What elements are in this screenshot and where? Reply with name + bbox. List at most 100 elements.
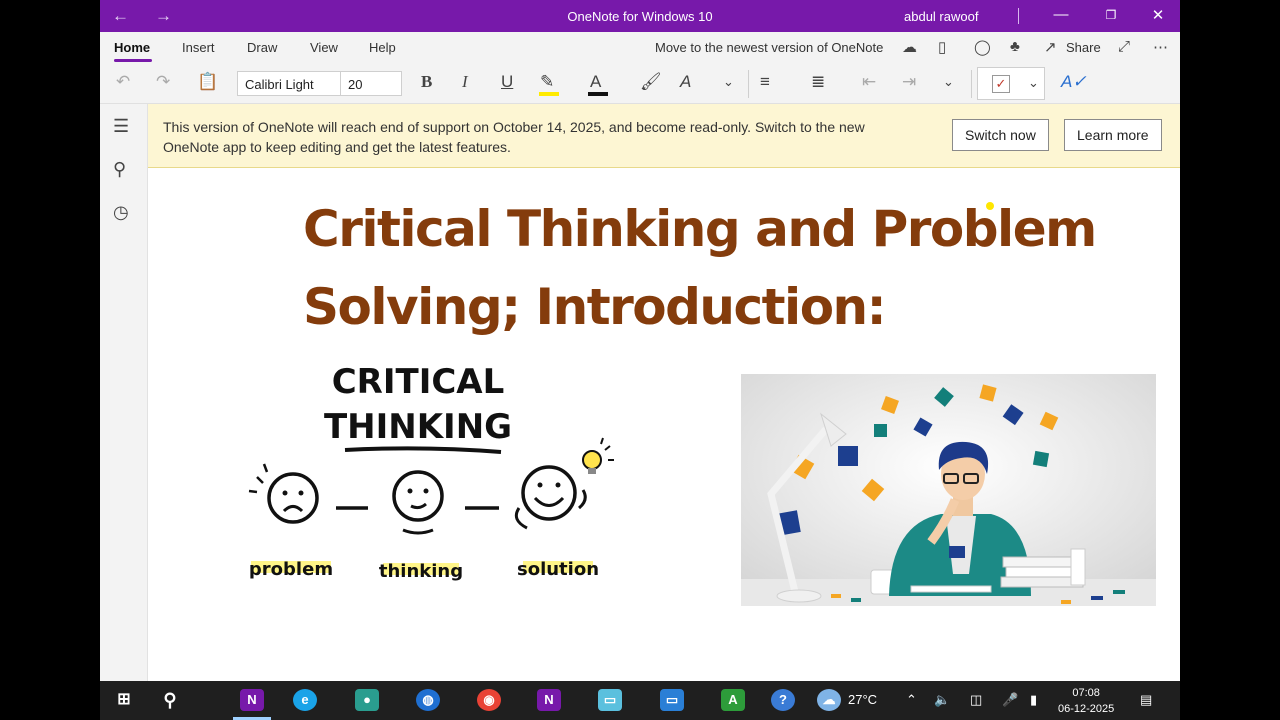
notebooks-icon[interactable]: ☰ [113, 116, 129, 137]
battery-icon[interactable]: ▮ [1030, 692, 1037, 708]
toolbar-separator [748, 70, 749, 98]
pointer-highlight [986, 202, 994, 210]
lightbulb-icon[interactable]: ◯ [974, 38, 991, 56]
onenote-app-icon[interactable]: N [240, 689, 264, 711]
heading-underline [344, 446, 502, 454]
chevron-down-icon[interactable]: ⌄ [943, 74, 954, 90]
weather-cloud-icon[interactable]: ☁ [817, 689, 841, 711]
font-app-icon[interactable]: A [721, 689, 745, 711]
navigation-sidebar: ☰ ⚲ ◷ [100, 104, 148, 681]
tab-view[interactable]: View [310, 40, 338, 55]
bold-button[interactable]: B [421, 72, 432, 92]
bulleted-list-icon[interactable]: ≡ [760, 72, 770, 92]
toolbar-separator [971, 70, 972, 98]
tab-home[interactable]: Home [114, 40, 150, 55]
onenote-desktop-icon[interactable]: N [537, 689, 561, 711]
notes-app-icon[interactable]: ▭ [598, 689, 622, 711]
minimize-icon[interactable]: — [1046, 6, 1076, 23]
tag-dropdown[interactable]: ✓ ⌄ [977, 67, 1045, 100]
tab-help[interactable]: Help [369, 40, 396, 55]
page-title[interactable]: Critical Thinking and Problem Solving; I… [303, 190, 1123, 346]
page-title-line-2: Solving; Introduction: [303, 278, 887, 336]
recent-clock-icon[interactable]: ◷ [113, 202, 129, 223]
font-name-field[interactable]: Calibri Light [237, 71, 341, 96]
screen-border-left [0, 0, 100, 720]
move-to-newest-link[interactable]: Move to the newest version of OneNote [655, 40, 883, 55]
laptop-app-icon[interactable]: ▭ [660, 689, 684, 711]
notification-center-icon[interactable]: ▤ [1140, 692, 1152, 708]
chevron-down-icon: ⌄ [1028, 75, 1039, 90]
loading-app-icon[interactable]: ◍ [416, 689, 440, 711]
tab-draw[interactable]: Draw [247, 40, 277, 55]
increase-indent-icon[interactable]: ⇥ [902, 72, 916, 92]
title-bar: ← → OneNote for Windows 10 abdul rawoof … [100, 0, 1180, 32]
note-page[interactable]: Critical Thinking and Problem Solving; I… [148, 168, 1180, 681]
edge-browser-icon[interactable]: e [293, 689, 317, 711]
search-icon[interactable]: ⚲ [113, 159, 126, 180]
undo-icon[interactable]: ↶ [116, 72, 130, 92]
papers-on-desk [910, 585, 992, 593]
maximize-icon[interactable]: ❐ [1096, 8, 1126, 22]
italic-button[interactable]: I [462, 72, 468, 92]
person-thinking-illustration[interactable] [741, 374, 1156, 606]
font-size-field[interactable]: 20 [340, 71, 402, 96]
home-toolbar: ↶ ↷ 📋 Calibri Light 20 B I U ✎ A 🖌 A ⌄ ≡… [100, 62, 1180, 104]
share-icon[interactable]: ↗ [1044, 38, 1057, 56]
tab-insert[interactable]: Insert [182, 40, 215, 55]
ribbon-tabs: Home Insert Draw View Help Move to the n… [100, 32, 1180, 62]
critical-thinking-sketch[interactable]: CRITICAL THINKING problem thinking solut… [243, 358, 623, 598]
chevron-up-icon[interactable]: ⌃ [906, 692, 917, 708]
page-title-line-1: Critical Thinking and Problem [303, 200, 1097, 258]
font-color-button[interactable]: A [588, 72, 608, 96]
thinking-face-icon [392, 470, 444, 535]
todo-checkbox-icon: ✓ [992, 75, 1010, 93]
speaker-icon[interactable]: 🔈 [934, 692, 950, 708]
clock-time: 07:08 [1072, 687, 1100, 699]
sync-status-icon[interactable]: ☁ [902, 38, 917, 56]
label-solution: solution [517, 559, 599, 580]
windows-taskbar: ⊞ ⚲ N e ● ◍ ◉ N ▭ ▭ A ? ☁ 27°C ⌃ 🔈 ◫ 🎤 ▮… [100, 681, 1180, 720]
switch-now-button[interactable]: Switch now [952, 119, 1049, 151]
help-icon[interactable]: ? [771, 689, 795, 711]
label-thinking: thinking [379, 561, 463, 582]
lightbulb-icon [582, 437, 614, 474]
highlighter-icon[interactable]: ✎ [539, 72, 559, 96]
chevron-down-icon[interactable]: ⌄ [723, 74, 734, 90]
clipboard-icon[interactable]: 📋 [197, 72, 218, 92]
redo-icon[interactable]: ↷ [156, 72, 170, 92]
fullscreen-icon[interactable]: ⤢ [1118, 38, 1130, 55]
title-separator [1018, 8, 1019, 24]
format-painter-icon[interactable]: 🖌 [640, 72, 662, 92]
system-clock[interactable]: 07:08 06-12-2025 [1058, 685, 1114, 717]
sketch-heading-2: THINKING [324, 407, 512, 447]
share-button[interactable]: Share [1066, 40, 1101, 55]
more-options-icon[interactable]: ⋯ [1153, 38, 1168, 56]
notification-bell-icon[interactable]: ♣ [1010, 38, 1020, 55]
chrome-browser-icon[interactable]: ◉ [477, 689, 501, 711]
sticky-notes-icon[interactable]: ▯ [938, 38, 946, 56]
user-name[interactable]: abdul rawoof [904, 9, 978, 24]
sketch-heading-1: CRITICAL [332, 362, 505, 402]
end-of-support-banner: This version of OneNote will reach end o… [148, 104, 1180, 168]
font-color-letter: A [590, 72, 602, 91]
banner-message: This version of OneNote will reach end o… [163, 119, 865, 155]
onenote-window: ← → OneNote for Windows 10 abdul rawoof … [100, 0, 1180, 681]
weather-temperature[interactable]: 27°C [848, 692, 877, 707]
windows-start-icon[interactable]: ⊞ [112, 689, 136, 711]
decrease-indent-icon[interactable]: ⇤ [862, 72, 876, 92]
spelling-check-icon[interactable]: A✓ [1061, 72, 1087, 92]
solution-face-icon [514, 465, 587, 530]
camera-recorder-icon[interactable]: ● [355, 689, 379, 711]
label-problem: problem [249, 559, 333, 580]
clock-date: 06-12-2025 [1058, 703, 1115, 715]
problem-face-icon [248, 463, 319, 524]
underline-button[interactable]: U [501, 72, 513, 92]
microphone-icon[interactable]: 🎤 [1002, 692, 1018, 708]
styles-button[interactable]: A [680, 72, 691, 92]
screen-border-right [1180, 0, 1280, 720]
learn-more-button[interactable]: Learn more [1064, 119, 1162, 151]
network-icon[interactable]: ◫ [970, 692, 982, 708]
close-icon[interactable]: ✕ [1143, 6, 1173, 24]
numbered-list-icon[interactable]: ≣ [811, 72, 825, 92]
search-icon[interactable]: ⚲ [158, 689, 182, 711]
